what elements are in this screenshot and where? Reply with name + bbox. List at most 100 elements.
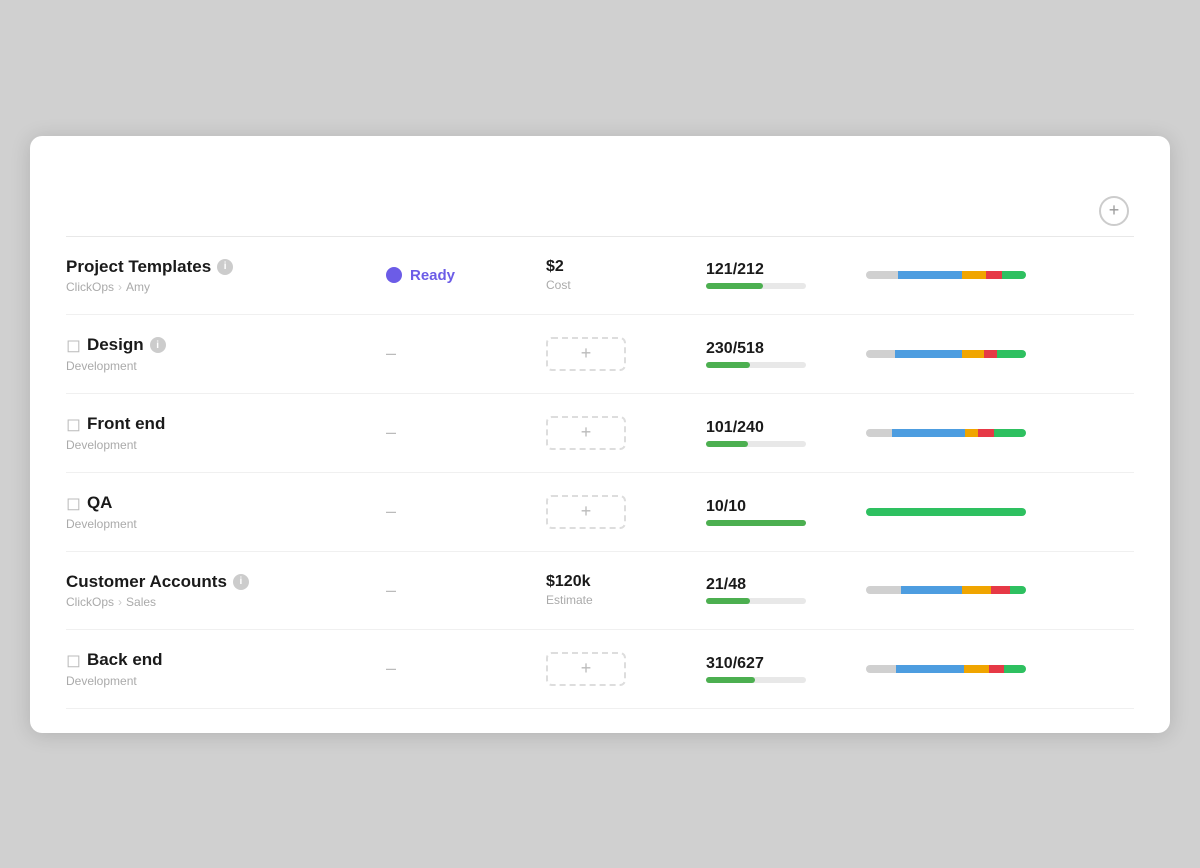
progress-fraction: 310/627: [706, 655, 866, 673]
list-title: Back end: [87, 650, 163, 670]
no-color-dash: –: [386, 580, 396, 601]
progress-fraction: 21/48: [706, 576, 866, 594]
breadcrumb-item: Development: [66, 438, 137, 452]
status-segment: [965, 429, 978, 437]
calc-type: Estimate: [546, 593, 706, 607]
progress-col-back-end: 310/627: [706, 655, 866, 683]
col-statuses: [866, 196, 1094, 226]
info-icon[interactable]: i: [217, 259, 233, 275]
list-name-col-back-end: ◻ Back end Development: [66, 650, 386, 688]
progress-bar-bg: [706, 441, 806, 447]
status-bar: [866, 586, 1026, 594]
calc-col-back-end: +: [546, 652, 706, 686]
col-list-name: [66, 196, 386, 226]
add-column-button[interactable]: +: [1099, 196, 1129, 226]
breadcrumb-separator: ›: [118, 280, 122, 294]
folder-icon: ◻: [66, 493, 81, 514]
progress-bar-fill: [706, 520, 806, 526]
table-body: Project TemplatesiClickOps›AmyReady$2Cos…: [66, 237, 1134, 709]
calc-col-qa: +: [546, 495, 706, 529]
table-row: Project TemplatesiClickOps›AmyReady$2Cos…: [66, 237, 1134, 315]
status-segment: [991, 586, 1010, 594]
statuses-col-customer-accounts: [866, 586, 1094, 594]
breadcrumb: Development: [66, 517, 386, 531]
status-segment: [866, 350, 895, 358]
status-segment: [994, 429, 1026, 437]
status-segment: [989, 665, 1003, 673]
status-segment: [962, 350, 984, 358]
progress-col-customer-accounts: 21/48: [706, 576, 866, 604]
list-title: Project Templates: [66, 257, 211, 277]
color-col-back-end: –: [386, 658, 546, 679]
list-name-col-front-end: ◻Front endDevelopment: [66, 414, 386, 452]
add-column-area: +: [1094, 196, 1134, 226]
status-segment: [866, 586, 901, 594]
status-segment: [896, 665, 963, 673]
list-overview-card: + Project TemplatesiClickOps›AmyReady$2C…: [30, 136, 1170, 733]
list-name-col-project-templates: Project TemplatesiClickOps›Amy: [66, 257, 386, 294]
folder-icon: ◻: [66, 650, 81, 671]
progress-col-design: 230/518: [706, 340, 866, 368]
table-row: ◻Front endDevelopment–+101/240: [66, 394, 1134, 473]
col-color: [386, 196, 546, 226]
status-segment: [997, 350, 1026, 358]
calc-col-customer-accounts: $120k Estimate: [546, 573, 706, 607]
add-calc-button[interactable]: +: [546, 416, 626, 450]
calc-col-design: +: [546, 337, 706, 371]
breadcrumb: ClickOps›Amy: [66, 280, 386, 294]
breadcrumb: Development: [66, 359, 386, 373]
status-segment: [1010, 586, 1026, 594]
breadcrumb-item: Development: [66, 517, 137, 531]
breadcrumb: Development: [66, 438, 386, 452]
color-col-front-end: –: [386, 422, 546, 443]
progress-fraction: 121/212: [706, 261, 866, 279]
info-icon[interactable]: i: [150, 337, 166, 353]
progress-col-qa: 10/10: [706, 498, 866, 526]
table-header: +: [66, 196, 1134, 237]
status-segment: [892, 429, 966, 437]
folder-icon: ◻: [66, 414, 81, 435]
progress-bar-fill: [706, 441, 748, 447]
list-title: QA: [87, 493, 113, 513]
color-col-customer-accounts: –: [386, 580, 546, 601]
breadcrumb: Development: [66, 674, 386, 688]
progress-bar-bg: [706, 677, 806, 683]
breadcrumb-item: Development: [66, 359, 137, 373]
status-segment: [1002, 271, 1026, 279]
table-row: ◻DesigniDevelopment–+230/518: [66, 315, 1134, 394]
list-name-col-qa: ◻ QA Development: [66, 493, 386, 531]
col-progress: [706, 196, 866, 226]
progress-bar-fill: [706, 283, 763, 289]
status-bar: [866, 350, 1026, 358]
progress-col-front-end: 101/240: [706, 419, 866, 447]
progress-bar-fill: [706, 598, 750, 604]
list-name-col-customer-accounts: Customer Accounts i ClickOps›Sales: [66, 572, 386, 609]
status-segment: [866, 508, 1026, 516]
col-calculation: [546, 196, 706, 226]
calc-col-project-templates: $2Cost: [546, 258, 706, 292]
statuses-col-design: [866, 350, 1094, 358]
list-title: Customer Accounts: [66, 572, 227, 592]
breadcrumb-item: ClickOps: [66, 280, 114, 294]
add-calc-button[interactable]: +: [546, 337, 626, 371]
add-calc-button[interactable]: +: [546, 652, 626, 686]
statuses-col-back-end: [866, 665, 1094, 673]
status-segment: [962, 271, 986, 279]
progress-bar-bg: [706, 362, 806, 368]
info-icon[interactable]: i: [233, 574, 249, 590]
calc-col-front-end: +: [546, 416, 706, 450]
status-segment: [866, 665, 896, 673]
status-segment: [986, 271, 1002, 279]
add-calc-button[interactable]: +: [546, 495, 626, 529]
breadcrumb-item: Development: [66, 674, 137, 688]
calc-value: $120k: [546, 573, 706, 591]
breadcrumb: ClickOps›Sales: [66, 595, 386, 609]
progress-fraction: 10/10: [706, 498, 866, 516]
status-bar: [866, 429, 1026, 437]
color-label: Ready: [410, 267, 455, 284]
status-bar: [866, 665, 1026, 673]
color-dot[interactable]: [386, 267, 402, 283]
progress-fraction: 101/240: [706, 419, 866, 437]
list-name-col-design: ◻DesigniDevelopment: [66, 335, 386, 373]
status-segment: [898, 271, 962, 279]
